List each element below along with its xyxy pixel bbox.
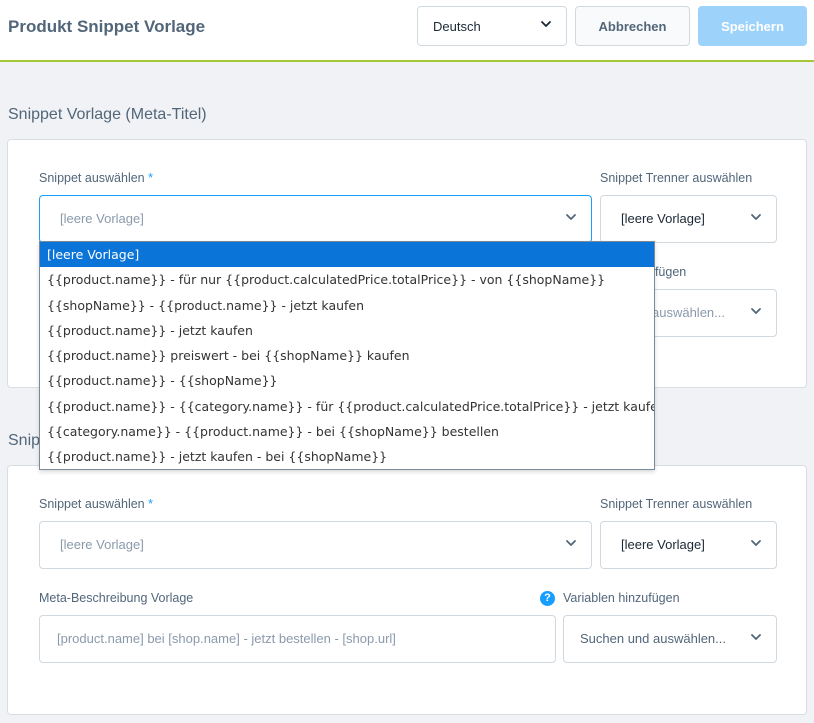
dropdown-option[interactable]: [leere Vorlage] (40, 242, 654, 268)
chevron-down-icon (750, 211, 762, 223)
meta-description-placeholder: [product.name] bei [shop.name] - jetzt b… (57, 631, 396, 646)
meta-description-label: Meta-Beschreibung Vorlage (39, 591, 194, 605)
meta-description-input[interactable]: [product.name] bei [shop.name] - jetzt b… (39, 615, 556, 663)
snippet-dropdown-list: [leere Vorlage] {{product.name}} - für n… (39, 241, 655, 470)
snippet-select[interactable]: [leere Vorlage] (39, 195, 592, 243)
separator-select-value: [leere Vorlage] (621, 537, 705, 552)
variables-label: Variablen hinzufügen (563, 591, 680, 605)
page-header: Produkt Snippet Vorlage Deutsch Abbreche… (0, 0, 814, 62)
chevron-down-icon (565, 537, 577, 549)
language-select[interactable]: Deutsch (417, 6, 567, 46)
language-select-value: Deutsch (433, 19, 481, 34)
snippet-select-value: [leere Vorlage] (60, 211, 144, 226)
dropdown-option[interactable]: {{category.name}} - {{product.name}} - b… (40, 419, 654, 444)
snippet-select-value: [leere Vorlage] (60, 537, 144, 552)
chevron-down-icon (750, 305, 762, 317)
separator-select[interactable]: [leere Vorlage] (600, 521, 777, 569)
chevron-down-icon (540, 18, 552, 30)
meta-description-card: Snippet auswählen * [leere Vorlage] Snip… (7, 465, 807, 715)
save-button[interactable]: Speichern (698, 6, 807, 46)
dropdown-option[interactable]: {{shopName}} - {{product.name}} - jetzt … (40, 293, 654, 318)
help-icon[interactable]: ? (540, 591, 555, 606)
section-title-meta-description: Snip (8, 432, 41, 449)
snippet-select-label: Snippet auswählen * (39, 171, 153, 185)
dropdown-option[interactable]: {{product.name}} - jetzt kaufen (40, 318, 654, 343)
snippet-select[interactable]: [leere Vorlage] (39, 521, 592, 569)
snippet-select-label: Snippet auswählen * (39, 497, 153, 511)
separator-select-value: [leere Vorlage] (621, 211, 705, 226)
separator-select[interactable]: [leere Vorlage] (600, 195, 777, 243)
chevron-down-icon (565, 211, 577, 223)
page-title: Produkt Snippet Vorlage (8, 17, 206, 36)
required-mark: * (148, 171, 153, 185)
separator-select-label: Snippet Trenner auswählen (600, 171, 753, 185)
dropdown-option[interactable]: {{product.name}} - jetzt kaufen - bei {{… (40, 444, 654, 469)
dropdown-option[interactable]: {{product.name}} preiswert - bei {{shopN… (40, 343, 654, 368)
cancel-button[interactable]: Abbrechen (575, 6, 690, 46)
variables-select-placeholder: Suchen und auswählen... (580, 631, 726, 646)
chevron-down-icon (750, 631, 762, 643)
required-mark: * (148, 497, 153, 511)
chevron-down-icon (750, 537, 762, 549)
dropdown-option[interactable]: {{product.name}} - für nur {{product.cal… (40, 267, 654, 292)
dropdown-option[interactable]: {{product.name}} - {{shopName}} (40, 368, 654, 393)
separator-select-label: Snippet Trenner auswählen (600, 497, 753, 511)
section-title-meta-title: Snippet Vorlage (Meta-Titel) (8, 106, 207, 123)
variables-select-placeholder: auswählen... (652, 305, 725, 320)
variables-select[interactable]: Suchen und auswählen... (563, 615, 777, 663)
dropdown-option[interactable]: {{product.name}} - {{category.name}} - f… (40, 394, 654, 419)
